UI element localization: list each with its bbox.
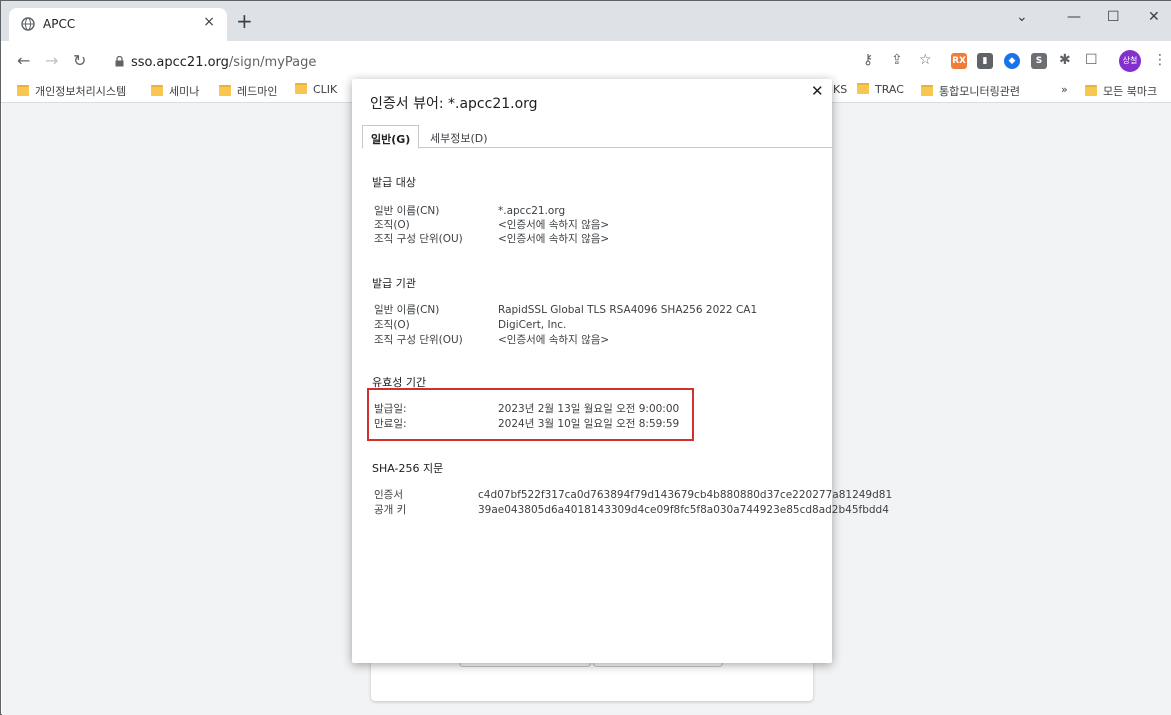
bookmark-item[interactable]: CLIK	[295, 83, 337, 96]
field-label: 일반 이름(CN)	[374, 205, 440, 217]
field-label: 조직 구성 단위(OU)	[374, 334, 463, 346]
bookmark-item[interactable]: 모든 북마크	[1085, 83, 1157, 99]
reload-icon[interactable]: ↻	[73, 53, 86, 69]
url-text[interactable]: sso.apcc21.org/sign/myPage	[131, 55, 316, 70]
new-tab-button[interactable]: +	[236, 11, 253, 31]
browser-window: APCC × + ⌄ — ☐ ✕ ← → ↻ sso.apcc21.org/si…	[0, 0, 1171, 715]
forward-arrow-icon[interactable]: →	[45, 53, 58, 69]
tab-details[interactable]: 세부정보(D)	[422, 125, 496, 148]
tab-title: APCC	[43, 17, 76, 31]
field-value: <인증서에 속하지 않음>	[498, 233, 610, 245]
address-bar[interactable]: sso.apcc21.org/sign/myPage	[101, 50, 851, 76]
maximize-button[interactable]: ☐	[1107, 9, 1120, 25]
certificate-viewer-dialog: 인증서 뷰어: *.apcc21.org ✕ 일반(G) 세부정보(D) 발급 …	[352, 79, 892, 663]
key-icon[interactable]: ⚷	[863, 52, 873, 68]
issued-to-cn-row: 일반 이름(CN) *.apcc21.org	[374, 203, 565, 218]
validity-highlight-box	[367, 388, 694, 441]
bookmark-label: TRAC	[875, 83, 904, 96]
bookmarks-overflow-button[interactable]: »	[1061, 83, 1068, 96]
tab-apcc[interactable]: APCC ×	[9, 8, 227, 41]
bookmark-item[interactable]: KS	[833, 83, 847, 96]
extension-grey-icon[interactable]: ▮	[977, 53, 993, 69]
field-value: c4d07bf522f317ca0d763894f79d143679cb4b88…	[478, 489, 893, 501]
dialog-title: 인증서 뷰어: *.apcc21.org	[370, 96, 538, 112]
bookmark-label: KS	[833, 83, 848, 96]
side-panel-icon[interactable]: ☐	[1085, 52, 1098, 68]
issued-by-ou-row: 조직 구성 단위(OU) <인증서에 속하지 않음>	[374, 332, 609, 347]
bookmark-label: CLIK	[313, 83, 338, 96]
field-label: 공개 키	[374, 504, 407, 516]
fingerprint-heading: SHA-256 지문	[372, 462, 444, 475]
extension-s-icon[interactable]: S	[1031, 53, 1047, 69]
issued-to-ou-row: 조직 구성 단위(OU) <인증서에 속하지 않음>	[374, 231, 609, 246]
issued-by-heading: 발급 기관	[372, 277, 416, 290]
close-icon[interactable]: ✕	[811, 82, 824, 100]
bookmark-item[interactable]: 개인정보처리시스템	[17, 83, 126, 99]
folder-icon	[857, 83, 869, 94]
close-window-button[interactable]: ✕	[1148, 9, 1160, 25]
profile-avatar[interactable]: 상철	[1119, 50, 1141, 72]
field-label: 조직 구성 단위(OU)	[374, 233, 463, 245]
bookmark-item[interactable]: 레드마인	[219, 83, 277, 99]
folder-icon	[17, 85, 29, 96]
issued-by-o-row: 조직(O) DigiCert, Inc.	[374, 317, 566, 332]
bookmark-label: 모든 북마크	[1103, 85, 1158, 98]
bookmark-label: 세미나	[169, 85, 200, 98]
folder-icon	[219, 85, 231, 96]
extension-rx-icon[interactable]: RX	[951, 53, 967, 69]
issued-to-heading: 발급 대상	[372, 176, 416, 189]
tab-close-button[interactable]: ×	[203, 14, 215, 30]
folder-icon	[151, 85, 163, 96]
folder-icon	[1085, 85, 1097, 96]
issued-by-cn-row: 일반 이름(CN) RapidSSL Global TLS RSA4096 SHA…	[374, 302, 757, 317]
tab-search-icon[interactable]: ⌄	[1016, 9, 1028, 25]
field-value: *.apcc21.org	[498, 205, 566, 217]
bookmark-label: 개인정보처리시스템	[35, 85, 127, 98]
bookmark-item[interactable]: TRAC	[857, 83, 904, 96]
puzzle-extensions-icon[interactable]: ✱	[1059, 52, 1071, 68]
tab-general[interactable]: 일반(G)	[362, 125, 420, 149]
menu-kebab-icon[interactable]: ⋮	[1153, 52, 1167, 68]
url-host: sso.apcc21.org	[131, 55, 229, 70]
field-label: 조직(O)	[374, 319, 410, 331]
share-icon[interactable]: ⇪	[891, 52, 903, 68]
globe-icon	[21, 17, 35, 31]
field-value: RapidSSL Global TLS RSA4096 SHA256 2022 …	[498, 304, 758, 316]
field-label: 조직(O)	[374, 219, 410, 231]
toolbar: ← → ↻ sso.apcc21.org/sign/myPage ⚷ ⇪ ☆ R…	[1, 41, 1171, 83]
url-path: /sign/myPage	[228, 55, 317, 70]
bookmark-item[interactable]: 통합모니터링관련	[921, 83, 1020, 99]
folder-icon	[295, 83, 307, 94]
fingerprint-cert-row: 인증서 c4d07bf522f317ca0d763894f79d143679cb4…	[374, 487, 892, 502]
bookmark-label: 통합모니터링관련	[939, 85, 1020, 98]
tab-strip: APCC × + ⌄ — ☐ ✕	[1, 1, 1171, 41]
field-value: DigiCert, Inc.	[498, 319, 567, 331]
lock-icon[interactable]	[115, 56, 124, 67]
bookmark-label: 레드마인	[237, 85, 278, 98]
issued-to-o-row: 조직(O) <인증서에 속하지 않음>	[374, 217, 609, 232]
field-value: <인증서에 속하지 않음>	[498, 219, 610, 231]
field-value: 39ae043805d6a4018143309d4ce09f8fc5f8a030…	[478, 504, 889, 516]
folder-icon	[921, 85, 933, 96]
minimize-button[interactable]: —	[1067, 9, 1081, 25]
bookmark-star-icon[interactable]: ☆	[919, 52, 932, 68]
field-label: 일반 이름(CN)	[374, 304, 440, 316]
field-value: <인증서에 속하지 않음>	[498, 334, 610, 346]
field-label: 인증서	[374, 489, 403, 501]
extension-shield-icon[interactable]: ◆	[1004, 53, 1020, 69]
fingerprint-pubkey-row: 공개 키 39ae043805d6a4018143309d4ce09f8fc5f8…	[374, 502, 889, 517]
back-arrow-icon[interactable]: ←	[17, 53, 30, 69]
bookmark-item[interactable]: 세미나	[151, 83, 199, 99]
dialog-tabs: 일반(G) 세부정보(D)	[362, 124, 832, 149]
